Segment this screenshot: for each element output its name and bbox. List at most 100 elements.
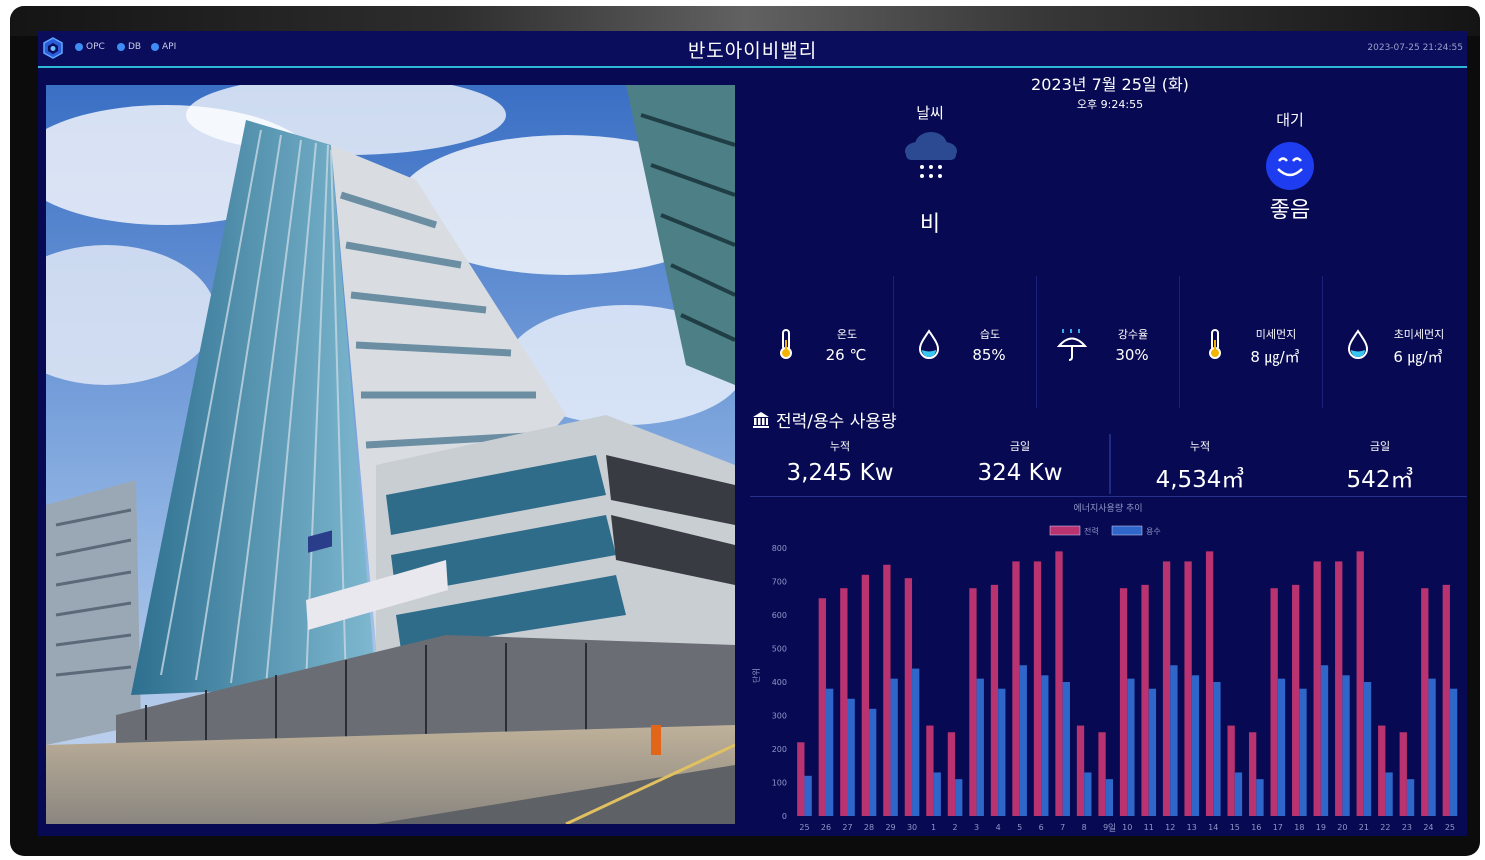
- x-tick-label: 21: [1359, 823, 1369, 832]
- chart-x-axis: 25 26 27 28 29 30 1 2 3 4 5 6 7 8 9 10 11 12 13 14 15 16 17 18 1…: [799, 823, 1455, 832]
- bar-water: [1299, 688, 1307, 816]
- x-tick-label: 27: [842, 823, 852, 832]
- x-tick-label: 12: [1165, 823, 1175, 832]
- bar-water: [890, 678, 898, 816]
- chart-y-label: 단위: [751, 668, 761, 683]
- energy-usage-chart: 에너지사용량 추이 전력 용수 0 100 200 300 400 500 600 700 800…: [751, 502, 1458, 834]
- air-value: 좋음: [1269, 198, 1311, 223]
- bar-power: [1421, 588, 1429, 816]
- bar-power: [840, 588, 848, 816]
- bar-power: [883, 564, 891, 816]
- bar-power: [797, 742, 805, 816]
- bar-water: [1256, 779, 1264, 816]
- metric-temperature: 온도 26 ℃: [750, 276, 894, 408]
- bar-power: [1055, 551, 1063, 816]
- bar-water: [1105, 779, 1114, 816]
- x-tick-label: 26: [821, 823, 831, 832]
- bar-water: [933, 772, 941, 816]
- header-clock: 2023-07-25 21:24:55: [1367, 43, 1463, 53]
- metric-label: 온도: [836, 328, 858, 341]
- page-title: 반도아이비밸리: [687, 40, 818, 62]
- bar-water: [1234, 772, 1243, 816]
- bar-water: [1406, 779, 1415, 816]
- bar-water: [869, 708, 877, 816]
- bar-power: [904, 578, 913, 816]
- x-tick-label: 14: [1208, 823, 1218, 832]
- bar-water: [912, 668, 920, 816]
- bar-power: [1012, 561, 1020, 816]
- metric-precipitation: 강수율 30%: [1036, 276, 1180, 408]
- x-tick-label: 24: [1423, 823, 1433, 832]
- bar-power: [1033, 561, 1042, 816]
- x-tick-label: 28: [864, 823, 874, 832]
- bar-water: [1041, 675, 1049, 816]
- bar-power: [1399, 732, 1407, 816]
- bar-water: [1277, 678, 1286, 816]
- bar-power: [1313, 561, 1321, 816]
- x-tick-label: 25: [799, 823, 809, 832]
- bar-power: [1141, 584, 1149, 816]
- metric-value: 6 ㎍/㎥: [1393, 348, 1443, 366]
- bar-power: [1335, 561, 1343, 816]
- bar-power: [1098, 732, 1106, 816]
- bar-water: [1428, 678, 1436, 816]
- bar-power: [1205, 551, 1214, 816]
- usage-summary: 누적 3,245 Kw 금일 324 Kw 누적 4,534㎥ 금일 542㎥: [750, 434, 1467, 497]
- chart-x-label: 일: [1108, 823, 1116, 834]
- bar-power: [1227, 725, 1235, 816]
- bar-power: [1292, 584, 1300, 816]
- chart-y-axis: 0 100 200 300 400 500 600 700 800: [772, 544, 787, 821]
- usage-value: 3,245 Kw: [786, 460, 894, 486]
- usage-label: 금일: [1369, 440, 1391, 453]
- metric-label: 초미세먼지: [1393, 328, 1445, 341]
- metric-value: 85%: [972, 346, 1006, 364]
- metric-fine-dust: 미세먼지 8 ㎍/㎥: [1179, 276, 1323, 408]
- legend-swatch: [1049, 525, 1081, 536]
- umbrella-rain-icon: [1056, 329, 1088, 361]
- bar-power: [1076, 725, 1085, 816]
- x-tick-label: 22: [1380, 823, 1390, 832]
- bar-water: [1385, 772, 1393, 816]
- x-tick-label: 3: [974, 823, 979, 832]
- water-total: 누적 4,534㎥: [1110, 434, 1290, 494]
- y-tick-label: 500: [772, 645, 787, 654]
- power-total: 누적 3,245 Kw: [750, 434, 930, 486]
- y-tick-label: 400: [772, 678, 787, 687]
- bar-power: [969, 588, 977, 816]
- x-tick-label: 25: [1445, 823, 1455, 832]
- bar-water: [804, 775, 812, 816]
- x-tick-label: 15: [1230, 823, 1240, 832]
- smiley-face-icon: [1266, 142, 1314, 190]
- x-tick-label: 8: [1082, 823, 1087, 832]
- usage-value: 4,534㎥: [1155, 467, 1245, 493]
- x-tick-label: 10: [1122, 823, 1132, 832]
- metric-humidity: 습도 85%: [893, 276, 1037, 408]
- thermometer-icon: [780, 329, 792, 359]
- bank-icon: [753, 411, 769, 428]
- x-tick-label: 19: [1316, 823, 1326, 832]
- bar-power: [1270, 588, 1278, 816]
- metric-label: 습도: [979, 328, 1001, 341]
- metric-ultrafine-dust: 초미세먼지 6 ㎍/㎥: [1322, 276, 1465, 408]
- y-tick-label: 200: [772, 745, 787, 754]
- bar-power: [1248, 732, 1257, 816]
- y-tick-label: 800: [772, 544, 787, 553]
- bar-power: [1378, 725, 1386, 816]
- bar-power: [1356, 551, 1364, 816]
- x-tick-label: 13: [1187, 823, 1197, 832]
- bar-power: [926, 725, 934, 816]
- legend-label: 전력: [1084, 526, 1099, 536]
- bar-water: [1084, 772, 1092, 816]
- bar-power: [818, 598, 826, 816]
- bar-power: [947, 732, 956, 816]
- bar-water: [1449, 688, 1458, 816]
- bar-power: [1119, 588, 1128, 816]
- weather-metrics: 온도 26 ℃ 습도 85% 강수율 30% 미세먼지 8 ㎍/㎥ 초미세먼지 …: [750, 276, 1467, 408]
- bar-water: [1019, 665, 1027, 816]
- bar-power: [1184, 561, 1192, 816]
- metric-value: 26 ℃: [825, 346, 867, 364]
- water-today: 금일 542㎥: [1290, 434, 1467, 494]
- header-bar: OPC DB API 반도아이비밸리 2023-07-25 21:24:55: [38, 31, 1467, 68]
- x-tick-label: 30: [907, 823, 917, 832]
- x-tick-label: 2: [953, 823, 958, 832]
